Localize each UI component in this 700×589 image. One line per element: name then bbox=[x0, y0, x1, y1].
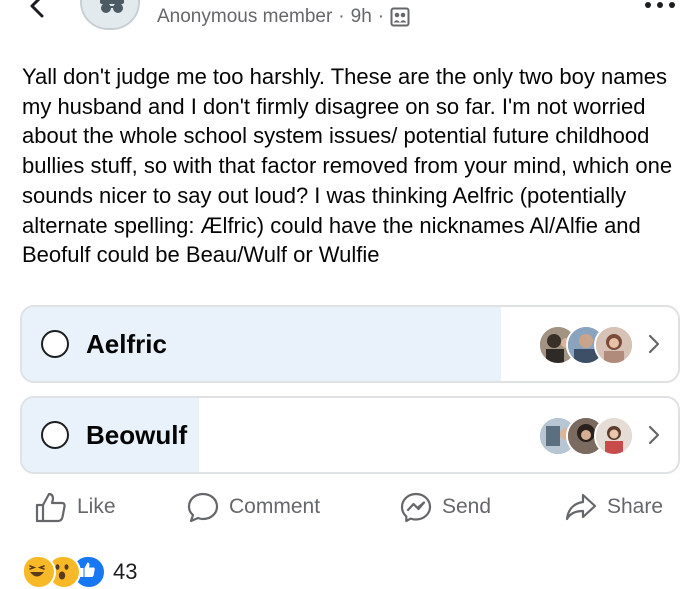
haha-icon bbox=[22, 555, 56, 589]
anonymous-icon bbox=[82, 0, 138, 28]
poll-option-label: Beowulf bbox=[86, 419, 188, 450]
back-arrow-icon[interactable] bbox=[22, 0, 52, 24]
post-time[interactable]: 9h bbox=[351, 6, 372, 28]
send-button[interactable]: Send bbox=[399, 485, 491, 529]
author-name[interactable]: Anonymous member bbox=[157, 6, 332, 28]
thumbs-up-icon bbox=[35, 492, 66, 523]
comment-label: Comment bbox=[229, 495, 321, 518]
meta-separator: · bbox=[338, 6, 345, 27]
reaction-summary[interactable]: 43 bbox=[22, 555, 137, 589]
like-label: Like bbox=[77, 495, 116, 518]
post-body: Yall don't judge me too harshly. These a… bbox=[22, 64, 673, 268]
share-icon bbox=[565, 493, 597, 521]
comment-icon bbox=[187, 492, 219, 523]
chevron-right-icon bbox=[648, 334, 660, 354]
poll-option-aelfric[interactable]: Aelfric bbox=[20, 305, 680, 383]
voter-avatars[interactable] bbox=[538, 325, 636, 365]
voter-avatars[interactable] bbox=[538, 416, 636, 456]
poll-option-label: Aelfric bbox=[86, 328, 167, 359]
chevron-right-icon bbox=[648, 425, 660, 445]
voter-avatar bbox=[594, 325, 634, 365]
poll-radio[interactable] bbox=[41, 421, 69, 449]
poll-radio[interactable] bbox=[41, 330, 69, 358]
post-meta: Anonymous member · 9h · bbox=[157, 5, 410, 29]
poll-option-beowulf[interactable]: Beowulf bbox=[20, 396, 680, 474]
like-button[interactable]: Like bbox=[34, 485, 116, 529]
post-header: Anonymous member · 9h · bbox=[0, 0, 700, 40]
group-icon bbox=[390, 7, 410, 27]
messenger-icon bbox=[400, 492, 432, 523]
share-label: Share bbox=[607, 495, 664, 518]
post-actions: Like Comment Send Share bbox=[0, 485, 700, 529]
comment-button[interactable]: Comment bbox=[186, 485, 320, 529]
more-options-icon[interactable] bbox=[640, 0, 680, 16]
share-button[interactable]: Share bbox=[564, 485, 663, 529]
reaction-count: 43 bbox=[113, 559, 138, 584]
meta-separator-2: · bbox=[377, 6, 385, 27]
anonymous-avatar[interactable] bbox=[80, 0, 140, 30]
send-label: Send bbox=[442, 495, 492, 518]
voter-avatar bbox=[594, 416, 634, 456]
